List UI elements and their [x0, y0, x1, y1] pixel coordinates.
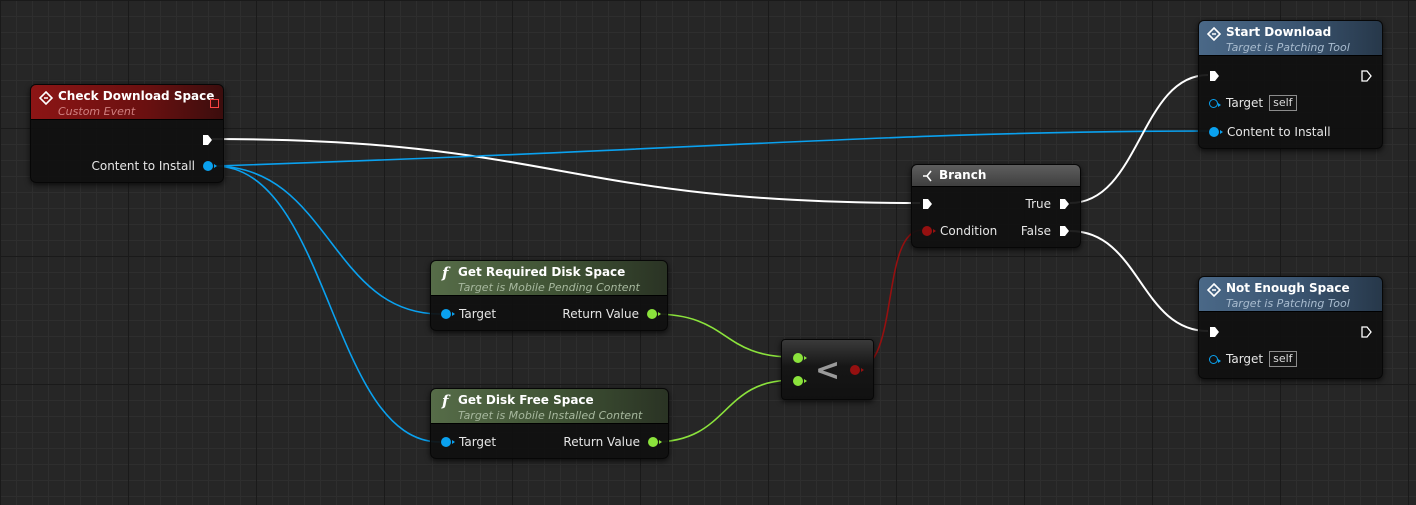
- wire-content-to-required-disk-target: [213, 165, 441, 315]
- event-diamond-icon: [1207, 27, 1221, 41]
- object-pin-dot-icon: [1209, 127, 1223, 137]
- pin-label: Content to Install: [1227, 125, 1331, 139]
- branch-icon: [923, 170, 932, 182]
- node-header[interactable]: f Get Disk Free Space Target is Mobile I…: [431, 389, 668, 424]
- exec-arrow-hollow-icon: [1361, 326, 1372, 338]
- pin-label: Target: [459, 435, 497, 449]
- pin-condition[interactable]: Condition: [922, 222, 997, 240]
- pin-content-to-install[interactable]: Content to Install: [1209, 123, 1331, 141]
- exec-arrow-icon: [923, 199, 932, 209]
- node-title: Not Enough Space: [1226, 281, 1350, 295]
- event-diamond-icon: [39, 91, 53, 105]
- pin-target[interactable]: Target: [441, 305, 496, 323]
- float-pin-dot-icon: [648, 437, 662, 447]
- exec-out-pin[interactable]: [1361, 67, 1372, 85]
- wire-content-to-free-disk-target: [213, 165, 441, 443]
- event-diamond-icon: [1207, 283, 1221, 297]
- pin-label: True: [1025, 197, 1052, 211]
- pin-label: Target: [1226, 96, 1264, 110]
- exec-in-pin[interactable]: [1209, 67, 1220, 85]
- exec-arrow-icon: [1060, 226, 1069, 236]
- delegate-square-icon[interactable]: [210, 99, 219, 108]
- object-pin-hollow-icon: [1209, 98, 1221, 108]
- node-subtitle: Target is Mobile Installed Content: [458, 409, 643, 422]
- node-subtitle: Target is Patching Tool: [1226, 297, 1350, 310]
- self-default-badge[interactable]: self: [1269, 95, 1297, 111]
- pin-return-value[interactable]: Return Value: [563, 433, 662, 451]
- float-pin-dot-icon: [647, 309, 661, 319]
- exec-arrow-icon: [1210, 71, 1219, 81]
- pin-label: Return Value: [563, 435, 640, 449]
- object-pin-hollow-icon: [1209, 354, 1221, 364]
- bool-output-pin[interactable]: [850, 365, 864, 375]
- self-default-badge[interactable]: self: [1269, 351, 1297, 367]
- pin-content-to-install[interactable]: Content to Install: [91, 157, 217, 175]
- exec-out-pin[interactable]: [202, 131, 213, 149]
- pin-false[interactable]: False: [1021, 222, 1070, 240]
- function-f-icon: f: [442, 392, 449, 410]
- node-title: Get Required Disk Space: [458, 265, 626, 279]
- node-branch[interactable]: Branch True Condition False: [911, 164, 1081, 248]
- node-header[interactable]: Not Enough Space Target is Patching Tool: [1199, 277, 1382, 312]
- exec-arrow-icon: [203, 135, 212, 145]
- pin-target[interactable]: Target self: [1209, 350, 1297, 368]
- node-title: Check Download Space: [58, 89, 215, 103]
- pin-label: Content to Install: [91, 159, 195, 173]
- pin-label: Return Value: [562, 307, 639, 321]
- pin-target[interactable]: Target: [441, 433, 496, 451]
- wire-required-to-compare-a: [653, 313, 794, 358]
- wire-free-to-compare-b: [653, 379, 794, 443]
- exec-in-pin[interactable]: [1209, 323, 1220, 341]
- node-start-download[interactable]: Start Download Target is Patching Tool T…: [1198, 20, 1383, 149]
- bool-pin-dot-icon: [922, 226, 936, 236]
- exec-out-pin[interactable]: [1361, 323, 1372, 341]
- node-header[interactable]: Start Download Target is Patching Tool: [1199, 21, 1382, 56]
- node-less-than-compare[interactable]: <: [781, 339, 874, 400]
- pin-label: Target: [1226, 352, 1264, 366]
- node-header[interactable]: Branch: [912, 165, 1080, 187]
- pin-return-value[interactable]: Return Value: [562, 305, 661, 323]
- pin-label: False: [1020, 224, 1051, 238]
- node-header[interactable]: f Get Required Disk Space Target is Mobi…: [431, 261, 667, 296]
- node-subtitle: Target is Patching Tool: [1226, 41, 1350, 54]
- float-input-a-pin[interactable]: [793, 353, 807, 363]
- node-subtitle: Target is Mobile Pending Content: [458, 281, 640, 294]
- node-not-enough-space[interactable]: Not Enough Space Target is Patching Tool…: [1198, 276, 1383, 379]
- less-than-symbol: <: [815, 353, 841, 388]
- pin-label: Condition: [940, 224, 998, 238]
- wire-exec-event-to-branch: [211, 138, 921, 204]
- object-pin-dot-icon: [441, 309, 455, 319]
- object-pin-dot-icon: [441, 437, 455, 447]
- pin-true[interactable]: True: [1026, 195, 1071, 213]
- pin-target[interactable]: Target self: [1209, 94, 1297, 112]
- node-get-required-disk-space[interactable]: f Get Required Disk Space Target is Mobi…: [430, 260, 668, 331]
- exec-arrow-icon: [1210, 327, 1219, 337]
- exec-arrow-icon: [1060, 199, 1069, 209]
- node-subtitle: Custom Event: [58, 105, 136, 118]
- wire-content-to-start-download: [213, 130, 1209, 167]
- pin-label: Target: [459, 307, 497, 321]
- node-title: Start Download: [1226, 25, 1332, 39]
- wire-true-to-start-download: [1069, 74, 1209, 204]
- wire-false-to-not-enough-space: [1069, 230, 1209, 332]
- float-input-b-pin[interactable]: [793, 376, 807, 386]
- node-check-download-space[interactable]: Check Download Space Custom Event Conten…: [30, 84, 224, 183]
- exec-in-pin[interactable]: [922, 195, 933, 213]
- node-get-disk-free-space[interactable]: f Get Disk Free Space Target is Mobile I…: [430, 388, 669, 459]
- object-pin-dot-icon: [203, 161, 217, 171]
- node-header[interactable]: Check Download Space Custom Event: [31, 85, 223, 120]
- node-title: Branch: [939, 168, 987, 182]
- node-title: Get Disk Free Space: [458, 393, 594, 407]
- function-f-icon: f: [442, 264, 449, 282]
- exec-arrow-hollow-icon: [1361, 70, 1372, 82]
